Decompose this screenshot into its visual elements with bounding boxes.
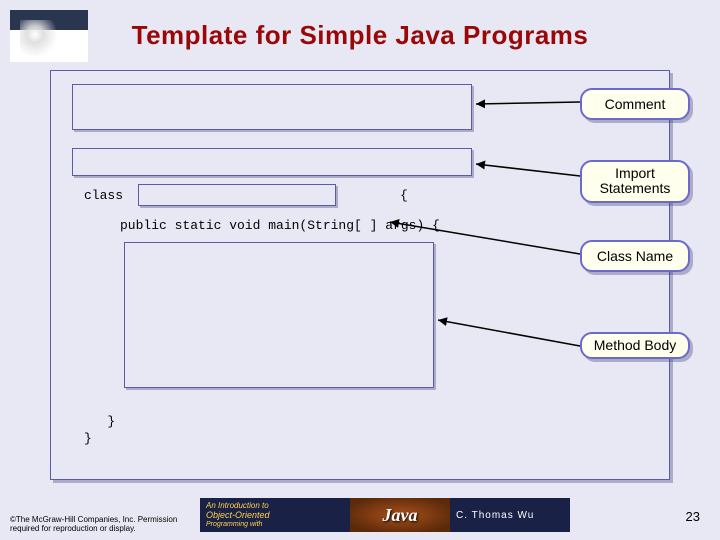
banner-author: C. Thomas Wu xyxy=(450,498,570,532)
banner-logo: Java xyxy=(350,498,450,532)
code-class-keyword: class xyxy=(84,188,123,203)
banner-line2: Object-Oriented xyxy=(206,510,344,520)
code-closing-braces: } } xyxy=(84,414,115,448)
placeholder-comment xyxy=(72,84,472,130)
footer-copyright: ©The McGraw-Hill Companies, Inc. Permiss… xyxy=(10,516,190,534)
label-method-body-text: Method Body xyxy=(594,337,677,353)
code-main-signature: public static void main(String[ ] args) … xyxy=(120,218,440,233)
slide: Template for Simple Java Programs class … xyxy=(0,0,720,540)
label-import: ImportStatements xyxy=(580,160,690,203)
slide-title: Template for Simple Java Programs xyxy=(0,20,720,51)
label-class-name: Class Name xyxy=(580,240,690,272)
label-import-text: ImportStatements xyxy=(600,165,671,196)
label-comment: Comment xyxy=(580,88,690,120)
banner-line1: An Introduction to xyxy=(206,501,344,510)
page-number: 23 xyxy=(686,509,700,524)
placeholder-import xyxy=(72,148,472,176)
banner-logo-text: Java xyxy=(383,505,418,526)
label-method-body: Method Body xyxy=(580,332,690,359)
banner-line3: Programming with xyxy=(206,521,344,529)
banner-left: An Introduction to Object-Oriented Progr… xyxy=(200,498,350,532)
book-banner: An Introduction to Object-Oriented Progr… xyxy=(200,498,570,532)
placeholder-class-name xyxy=(138,184,336,206)
placeholder-method-body xyxy=(124,242,434,388)
code-class-open-brace: { xyxy=(400,188,408,203)
slide-thumbnail-image xyxy=(10,10,88,62)
